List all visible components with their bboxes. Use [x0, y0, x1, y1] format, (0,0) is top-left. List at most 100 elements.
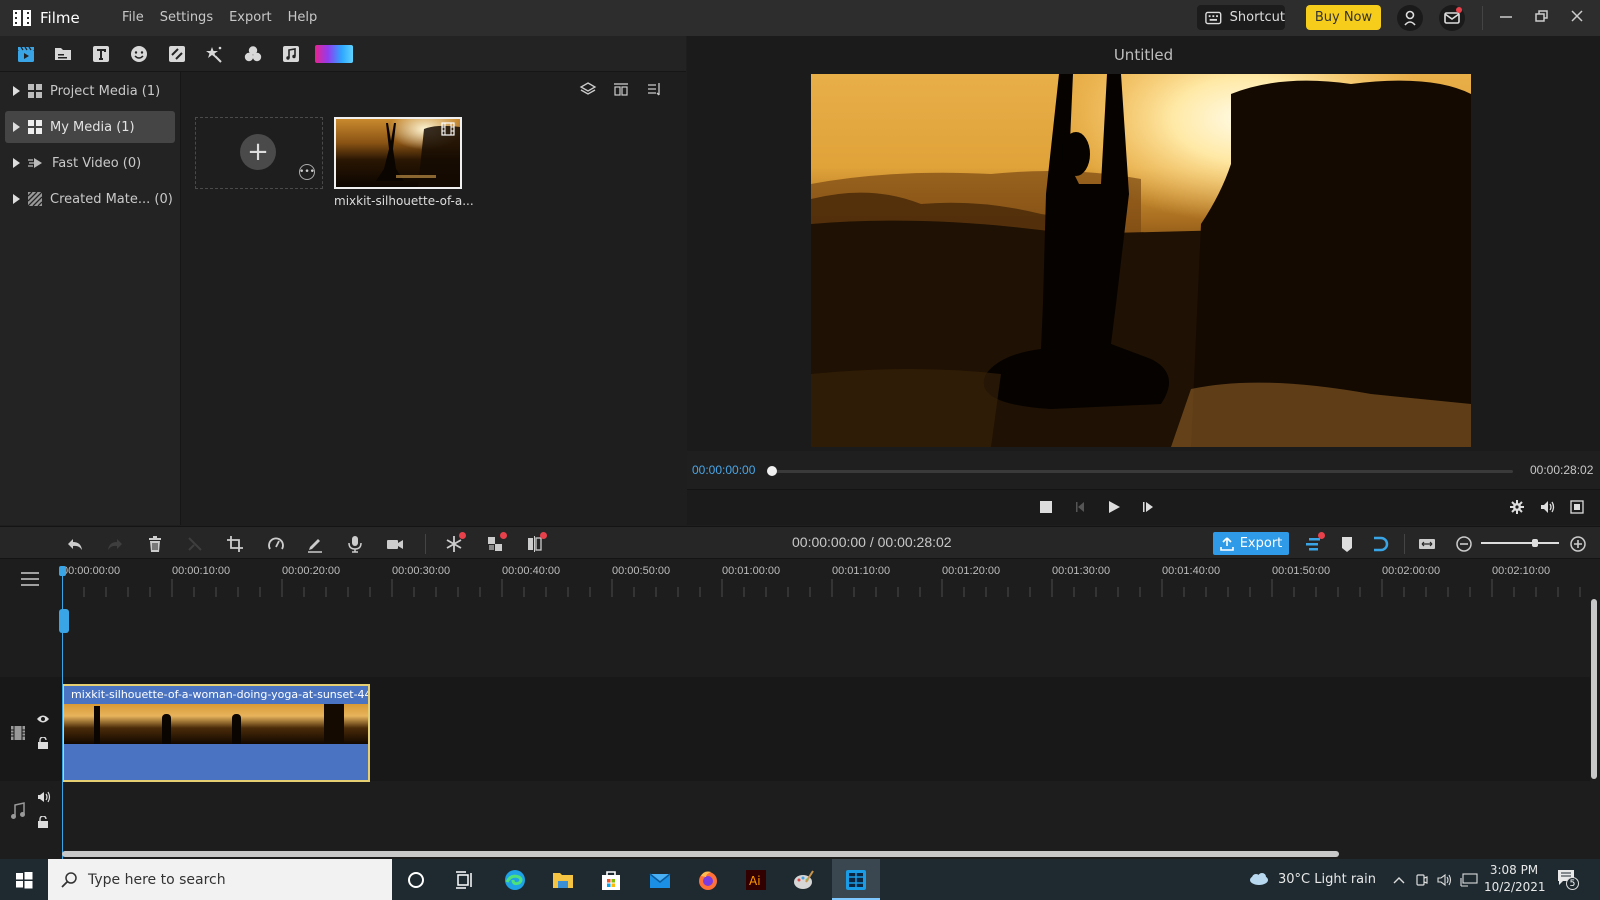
new-badge: [500, 532, 507, 539]
audio-lock-button[interactable]: [37, 816, 49, 828]
seek-slider[interactable]: [767, 470, 1513, 473]
marker-button[interactable]: [1337, 534, 1357, 554]
zoom-in-icon: [1570, 536, 1586, 552]
zoom-slider[interactable]: [1481, 542, 1559, 544]
track-settings-button[interactable]: [1303, 532, 1325, 554]
menu-file[interactable]: File: [114, 9, 152, 27]
freeze-button[interactable]: [444, 532, 466, 554]
export-button[interactable]: Export: [1213, 532, 1289, 555]
meet-now-button[interactable]: [1415, 859, 1429, 900]
playhead-handle[interactable]: [59, 609, 69, 633]
taskbar-edge[interactable]: [501, 866, 529, 894]
tool-music[interactable]: [280, 44, 302, 64]
more-options-icon[interactable]: •••: [299, 164, 315, 180]
split-screen-button[interactable]: [525, 532, 547, 554]
minimize-button[interactable]: [1499, 8, 1519, 24]
preview-settings-button[interactable]: [1510, 500, 1524, 514]
layers-button[interactable]: [579, 81, 597, 97]
marker-icon: [1342, 537, 1352, 552]
network-tray-button[interactable]: [1460, 859, 1478, 900]
undo-button[interactable]: [65, 534, 85, 554]
taskbar-search[interactable]: Type here to search: [48, 859, 392, 900]
import-media-button[interactable]: + •••: [195, 117, 323, 189]
close-button[interactable]: [1570, 8, 1590, 24]
buy-now-button[interactable]: Buy Now: [1306, 5, 1381, 30]
clock[interactable]: 3:08 PM 10/2/2021: [1484, 862, 1546, 896]
crop-button[interactable]: [225, 534, 245, 554]
text-icon: [93, 46, 109, 62]
sticker-icon: [131, 46, 147, 62]
ruler-label: 00:00:40:00: [502, 565, 561, 577]
volume-tray-button[interactable]: [1437, 859, 1453, 900]
mosaic-button[interactable]: [485, 532, 507, 554]
filme-logo-icon: [13, 10, 31, 26]
cortana-button[interactable]: [402, 866, 430, 894]
nav-my-media[interactable]: My Media (1): [5, 111, 175, 143]
nav-created-material[interactable]: Created Mate... (0): [5, 183, 175, 215]
tool-text[interactable]: [90, 44, 112, 64]
record-audio-button[interactable]: [345, 534, 365, 554]
taskbar-paint[interactable]: [790, 866, 818, 894]
edit-button[interactable]: [305, 534, 325, 554]
volume-button[interactable]: [1540, 500, 1556, 514]
prev-frame-button[interactable]: [1074, 501, 1086, 513]
start-button[interactable]: [10, 866, 38, 894]
horizontal-scrollbar[interactable]: [62, 851, 1339, 857]
media-thumbnail[interactable]: [334, 117, 462, 189]
task-view-button[interactable]: [450, 866, 478, 894]
zoom-in-button[interactable]: [1568, 534, 1588, 554]
magnet-snap-button[interactable]: [1371, 534, 1391, 554]
nav-project-media[interactable]: Project Media (1): [5, 75, 175, 107]
tool-sticker[interactable]: [128, 44, 150, 64]
delete-button[interactable]: [145, 534, 165, 554]
stop-button[interactable]: [1040, 501, 1052, 513]
track-visibility-button[interactable]: [36, 714, 50, 724]
network-icon: [1460, 872, 1478, 887]
notifications-button[interactable]: 5: [1557, 869, 1579, 890]
video-clip[interactable]: mixkit-silhouette-of-a-woman-doing-yoga-…: [62, 684, 370, 782]
sort-button[interactable]: [647, 81, 663, 97]
record-screen-button[interactable]: [385, 534, 405, 554]
account-button[interactable]: [1397, 5, 1423, 31]
taskbar-store[interactable]: [597, 866, 625, 894]
menu-help[interactable]: Help: [280, 9, 326, 27]
weather-widget[interactable]: 30°C Light rain: [1248, 859, 1376, 900]
fit-timeline-button[interactable]: [1417, 534, 1437, 554]
timeline-menu-button[interactable]: [20, 571, 40, 587]
restore-button[interactable]: [1535, 8, 1555, 24]
next-frame-button[interactable]: [1142, 501, 1154, 513]
nav-fast-video[interactable]: Fast Video (0): [5, 147, 175, 179]
tool-folder[interactable]: [52, 44, 74, 64]
messages-button[interactable]: [1439, 5, 1465, 31]
zoom-slider-handle[interactable]: [1532, 539, 1538, 547]
menu-settings[interactable]: Settings: [152, 9, 221, 27]
split-view-button[interactable]: [613, 81, 629, 97]
track-lock-button[interactable]: [37, 737, 49, 749]
current-time: 00:00:00:00: [692, 463, 756, 477]
zoom-out-button[interactable]: [1454, 534, 1474, 554]
tool-transition[interactable]: [166, 44, 188, 64]
taskbar-mail[interactable]: [646, 866, 674, 894]
seek-handle[interactable]: [767, 466, 777, 476]
fullscreen-button[interactable]: [1570, 500, 1584, 514]
taskbar-filme-active[interactable]: [832, 859, 880, 900]
menu-export[interactable]: Export: [221, 9, 280, 27]
tool-effects[interactable]: [203, 44, 225, 64]
speed-button[interactable]: [266, 534, 286, 554]
playhead-top-handle[interactable]: [59, 566, 66, 576]
tray-overflow-button[interactable]: [1393, 859, 1405, 900]
shortcut-button[interactable]: Shortcut: [1197, 5, 1285, 30]
vertical-scrollbar[interactable]: [1591, 599, 1597, 779]
tool-color-adjust[interactable]: [315, 45, 353, 63]
taskbar-file-explorer[interactable]: [549, 866, 577, 894]
taskbar-firefox[interactable]: [694, 866, 722, 894]
play-button[interactable]: [1107, 500, 1121, 514]
split-button[interactable]: [185, 534, 205, 554]
tool-filters[interactable]: [242, 44, 264, 64]
nav-label: Created Mate... (0): [50, 191, 173, 207]
undo-icon: [68, 539, 82, 550]
taskbar-illustrator[interactable]: Ai: [742, 866, 770, 894]
tool-media[interactable]: [15, 44, 37, 64]
audio-mute-button[interactable]: [37, 791, 51, 803]
redo-button[interactable]: [105, 534, 125, 554]
